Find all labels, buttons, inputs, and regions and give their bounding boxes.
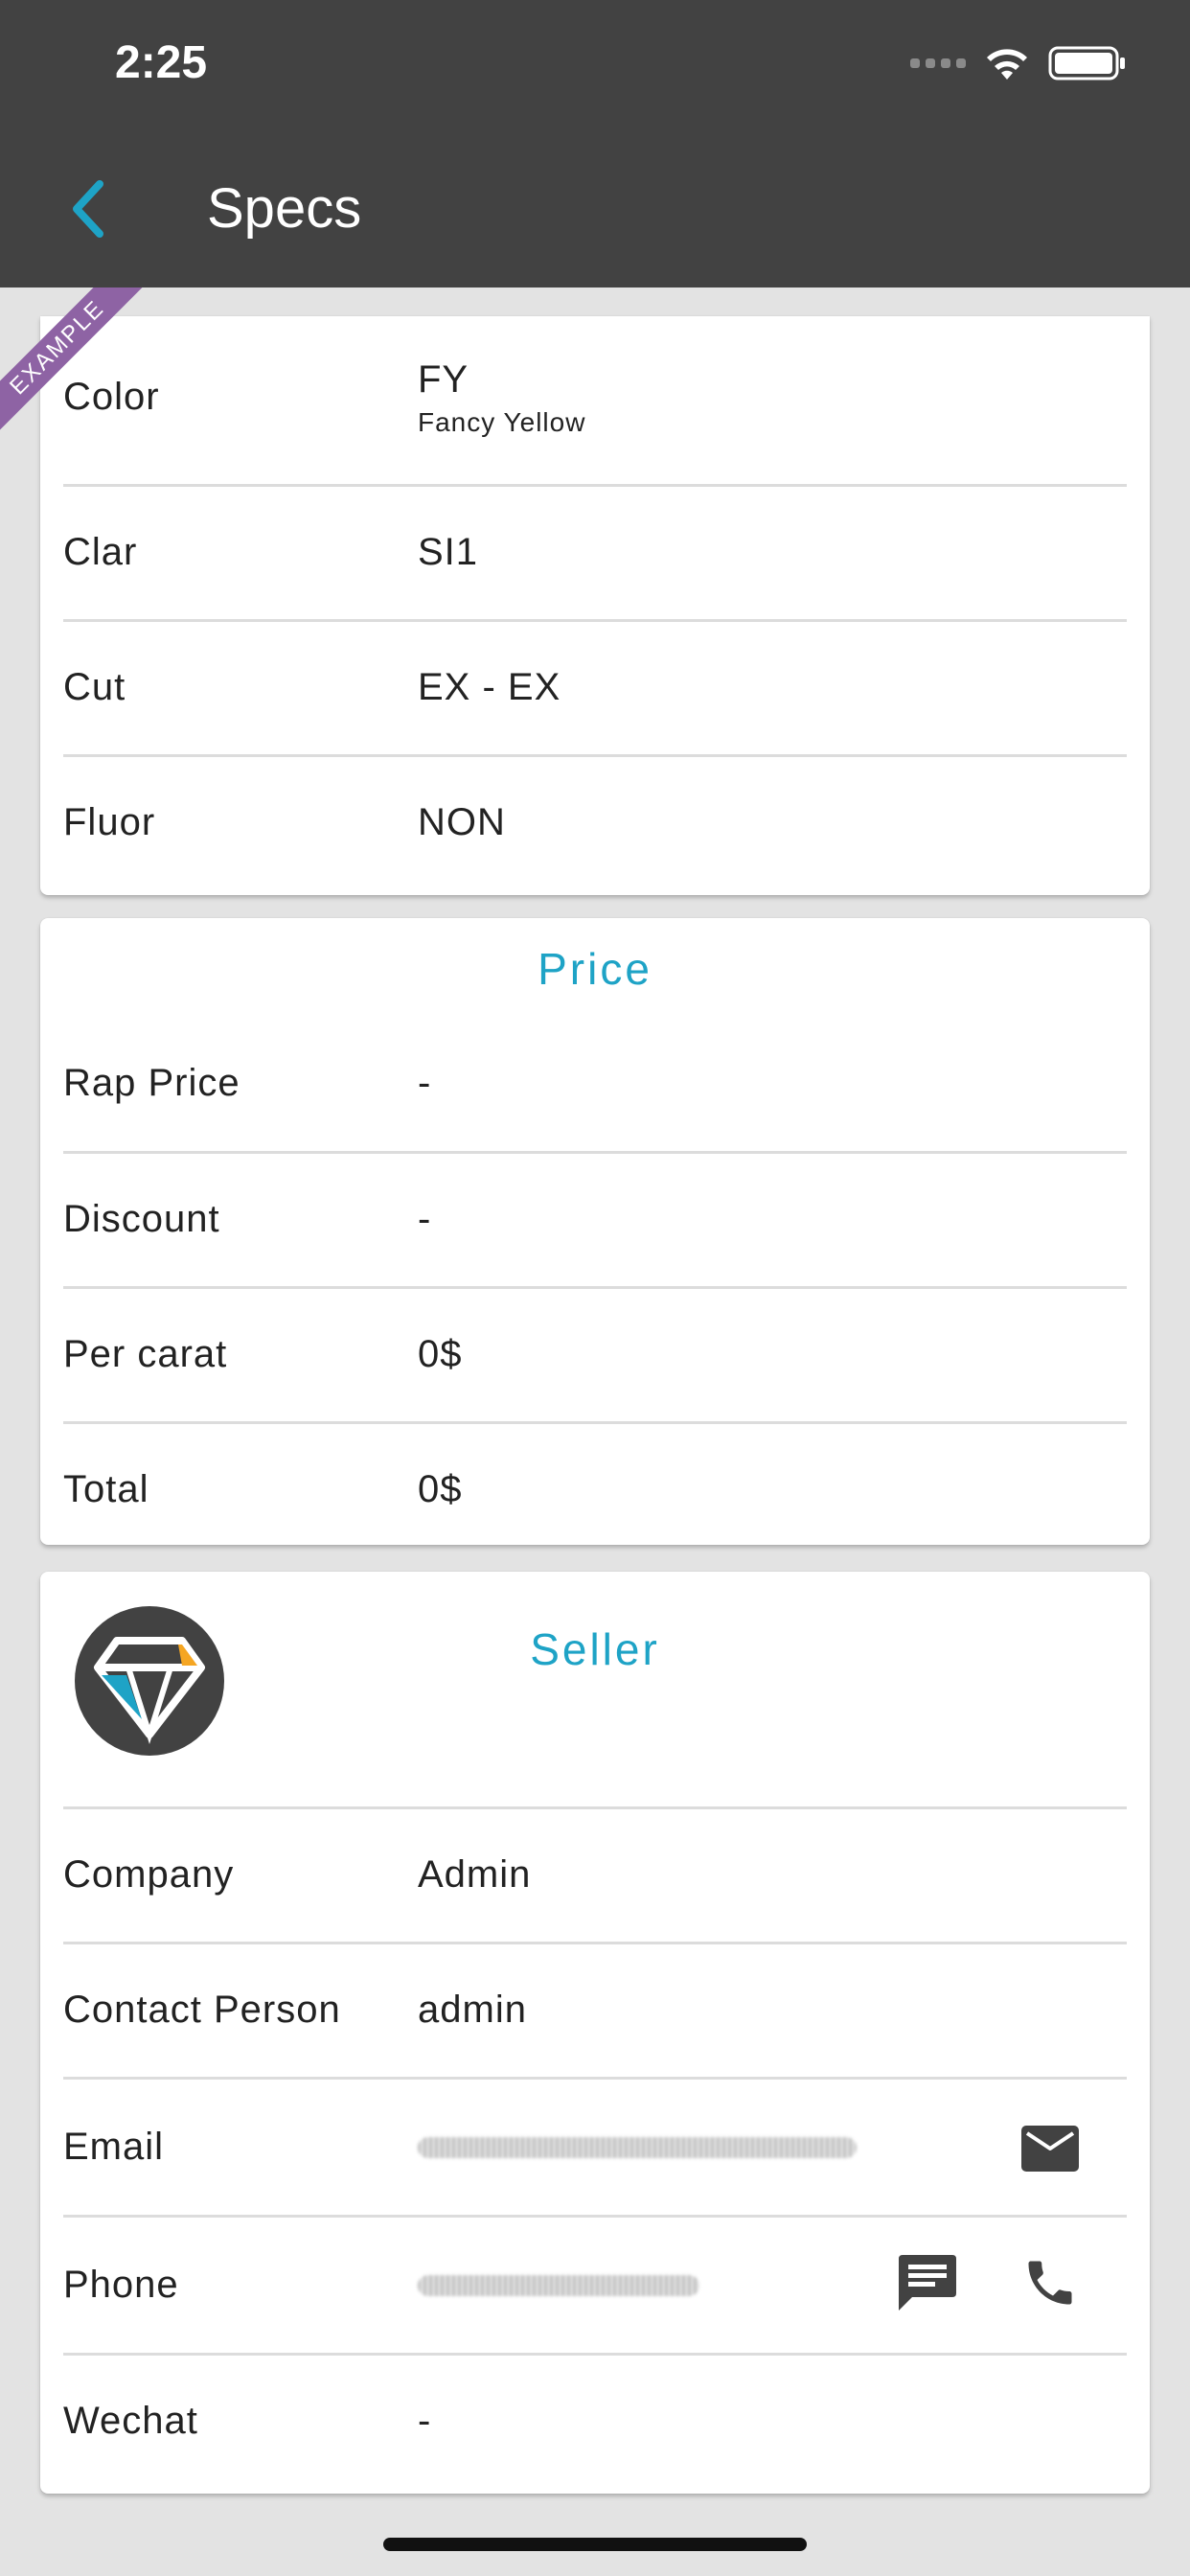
top-bar: 2:25 Specs — [0, 0, 1190, 288]
spec-row-cut: Cut EX - EX — [63, 622, 1127, 757]
spec-row-clarity: Clar SI1 — [63, 487, 1127, 622]
seller-label: Wechat — [63, 2400, 198, 2442]
spec-value: NON — [418, 801, 506, 843]
status-icons — [910, 44, 1127, 82]
price-label: Rap Price — [63, 1062, 240, 1104]
price-row-per-carat: Per carat 0$ — [63, 1289, 1127, 1424]
phone-icon — [1028, 2261, 1072, 2305]
price-label: Total — [63, 1468, 149, 1510]
seller-value: Admin — [418, 1853, 532, 1896]
price-row-discount: Discount - — [63, 1154, 1127, 1289]
price-label: Per carat — [63, 1333, 228, 1375]
mail-icon — [1021, 2126, 1079, 2172]
back-button[interactable] — [50, 171, 126, 247]
color-code: FY — [418, 358, 469, 401]
home-indicator[interactable] — [383, 2538, 807, 2551]
price-value: 0$ — [418, 1468, 463, 1510]
specs-card: Color FY Fancy Yellow Clar SI1 Cut EX - … — [40, 316, 1150, 895]
seller-label: Company — [63, 1853, 235, 1896]
price-value: 0$ — [418, 1333, 463, 1375]
call-button[interactable] — [1012, 2244, 1088, 2321]
redacted-email — [418, 2137, 857, 2158]
seller-label: Email — [63, 2126, 165, 2168]
price-section-title: Price — [538, 944, 652, 994]
spec-label: Fluor — [63, 801, 156, 843]
seller-card: Seller Company Admin Contact Person admi… — [40, 1572, 1150, 2494]
spec-label: Cut — [63, 666, 126, 708]
seller-row-wechat: Wechat - — [63, 2356, 1127, 2490]
seller-section-title: Seller — [530, 1624, 660, 1674]
page-title: Specs — [207, 177, 362, 240]
seller-row-contact: Contact Person admin — [63, 1944, 1127, 2080]
spec-row-fluor: Fluor NON — [63, 757, 1127, 892]
wifi-icon — [987, 49, 1027, 80]
seller-label: Contact Person — [63, 1989, 341, 2031]
specs-scroll-area[interactable]: Color FY Fancy Yellow Clar SI1 Cut EX - … — [0, 288, 1190, 2576]
spec-value: EX - EX — [418, 666, 561, 708]
price-card: Price Rap Price - Discount - Per carat 0… — [40, 918, 1150, 1545]
price-value: - — [418, 1062, 432, 1104]
price-label: Discount — [63, 1198, 220, 1240]
message-icon — [899, 2255, 956, 2311]
email-button[interactable] — [1012, 2110, 1088, 2187]
seller-value: admin — [418, 1989, 527, 2031]
chevron-left-icon — [73, 180, 103, 238]
app-bar: Specs — [0, 144, 1190, 288]
spec-label: Clar — [63, 531, 138, 573]
status-time: 2:25 — [115, 37, 208, 88]
color-name: Fancy Yellow — [418, 407, 586, 437]
spec-value: SI1 — [418, 531, 479, 573]
seller-row-email: Email — [63, 2080, 1127, 2218]
price-row-total: Total 0$ — [63, 1424, 1127, 1545]
spec-label: Color — [63, 376, 160, 418]
seller-row-company: Company Admin — [63, 1809, 1127, 1944]
seller-header: Seller — [63, 1572, 1127, 1809]
spec-row-color: Color FY Fancy Yellow — [63, 316, 1127, 487]
seller-row-phone: Phone — [63, 2218, 1127, 2356]
sms-button[interactable] — [889, 2244, 966, 2321]
seller-value: - — [418, 2400, 432, 2442]
battery-icon — [1048, 46, 1125, 80]
price-row-rap: Rap Price - — [63, 1029, 1127, 1154]
spec-value-color: FY Fancy Yellow — [418, 358, 585, 438]
seller-label: Phone — [63, 2264, 179, 2306]
redacted-phone — [418, 2275, 699, 2296]
price-value: - — [418, 1198, 432, 1240]
cellular-signal-icon — [910, 58, 966, 68]
screen: 2:25 Specs EXAMPLE Color FY Fancy Yellow… — [0, 0, 1190, 2576]
